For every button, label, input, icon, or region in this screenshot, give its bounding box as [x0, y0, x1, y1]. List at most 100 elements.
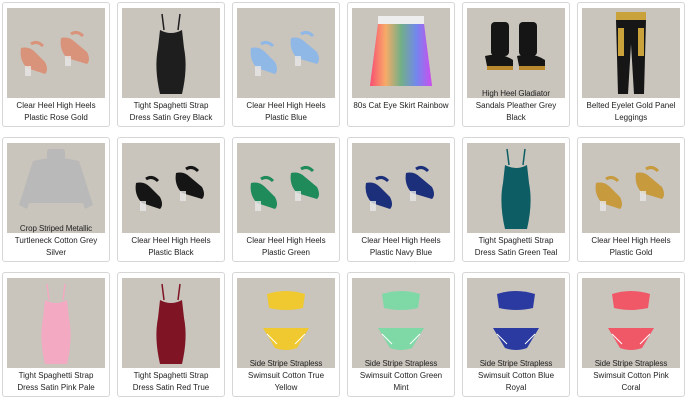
sandals-icon [485, 22, 545, 70]
product-thumbnail[interactable] [237, 143, 335, 233]
product-caption-line-2: Leggings [614, 112, 648, 122]
swimsuit-icon [493, 291, 539, 350]
product-card[interactable]: Side Stripe Strapless Swimsuit Cotton Pin… [577, 272, 685, 397]
product-caption-line-1: Swimsuit Cotton Pink [593, 371, 669, 380]
product-thumbnail[interactable]: Side Stripe Strapless [582, 278, 680, 368]
product-thumbnail[interactable] [467, 143, 565, 233]
product-caption[interactable]: Clear Heel High Heels Plastic Black [120, 235, 222, 258]
product-thumbnail[interactable] [122, 8, 220, 98]
dress-icon [41, 283, 71, 364]
product-caption-line-2: Plastic Navy Blue [369, 247, 433, 257]
product-thumbnail[interactable] [352, 8, 450, 98]
product-thumbnail[interactable]: Side Stripe Strapless [467, 278, 565, 368]
product-card[interactable]: Clear Heel High Heels Plastic Black [117, 137, 225, 262]
product-thumbnail[interactable]: Side Stripe Strapless [237, 278, 335, 368]
product-caption[interactable]: 80s Cat Eye Skirt Rainbow [350, 100, 452, 112]
product-caption-line-1: Sandals Pleather Grey [475, 101, 557, 110]
product-thumbnail[interactable]: High Heel Gladiator [467, 8, 565, 98]
product-card[interactable]: Clear Heel High Heels Plastic Gold [577, 137, 685, 262]
product-thumbnail[interactable] [582, 143, 680, 233]
product-card[interactable]: 80s Cat Eye Skirt Rainbow [347, 2, 455, 127]
dress-icon [501, 148, 531, 229]
heels-icon [135, 165, 204, 211]
swimsuit-icon [378, 291, 424, 350]
product-caption[interactable]: Tight Spaghetti Strap Dress Satin Green T… [465, 235, 567, 258]
skirt-icon [370, 16, 432, 86]
swimsuit-icon [608, 291, 654, 350]
product-card[interactable]: Side Stripe Strapless Swimsuit Cotton Blu… [462, 272, 570, 397]
product-caption[interactable]: Swimsuit Cotton True Yellow [235, 370, 337, 393]
product-thumbnail[interactable] [7, 278, 105, 368]
swimsuit-icon [263, 291, 309, 350]
product-caption-line-2: Plastic Rose Gold [24, 112, 88, 122]
product-caption-line-1: Clear Heel High Heels [246, 101, 326, 110]
product-card[interactable]: High Heel Gladiator Sandals Pleather Grey… [462, 2, 570, 127]
product-caption[interactable]: Swimsuit Cotton Green Mint [350, 370, 452, 393]
product-card[interactable]: Tight Spaghetti Strap Dress Satin Pink Pa… [2, 272, 110, 397]
product-overlay-label: Side Stripe Strapless [249, 359, 323, 368]
product-thumbnail[interactable] [122, 278, 220, 368]
product-caption-line-2: Royal [505, 382, 527, 392]
product-card[interactable]: Clear Heel High Heels Plastic Blue [232, 2, 340, 127]
product-caption-line-1: Belted Eyelet Gold Panel [586, 101, 676, 110]
product-card[interactable]: Tight Spaghetti Strap Dress Satin Grey Bl… [117, 2, 225, 127]
leggings-icon [616, 12, 646, 94]
product-card[interactable]: Clear Heel High Heels Plastic Green [232, 137, 340, 262]
product-caption[interactable]: Tight Spaghetti Strap Dress Satin Grey Bl… [120, 100, 222, 123]
product-thumbnail[interactable]: Side Stripe Strapless [352, 278, 450, 368]
product-caption-line-1: Clear Heel High Heels [361, 236, 441, 245]
product-caption-line-1: Turtleneck Cotton Grey [14, 236, 98, 245]
product-caption[interactable]: Clear Heel High Heels Plastic Blue [235, 100, 337, 123]
product-card[interactable]: Side Stripe Strapless Swimsuit Cotton Tru… [232, 272, 340, 397]
product-caption[interactable]: Tight Spaghetti Strap Dress Satin Red Tru… [120, 370, 222, 393]
product-caption-line-2: Plastic Blue [265, 112, 307, 122]
product-card[interactable]: Clear Heel High Heels Plastic Rose Gold [2, 2, 110, 127]
product-caption-line-2: Dress Satin Red True [132, 382, 210, 392]
product-caption[interactable]: Clear Heel High Heels Plastic Navy Blue [350, 235, 452, 258]
product-overlay-label: Side Stripe Strapless [594, 359, 668, 368]
product-caption[interactable]: Clear Heel High Heels Plastic Green [235, 235, 337, 258]
product-card[interactable]: Clear Heel High Heels Plastic Navy Blue [347, 137, 455, 262]
product-caption[interactable]: Swimsuit Cotton Blue Royal [465, 370, 567, 393]
product-thumbnail[interactable] [582, 8, 680, 98]
product-caption[interactable]: Tight Spaghetti Strap Dress Satin Pink Pa… [5, 370, 107, 393]
product-caption-line-2: Mint [393, 382, 409, 392]
product-caption[interactable]: Sandals Pleather Grey Black [465, 100, 567, 123]
heels-icon [365, 165, 434, 211]
product-caption[interactable]: Belted Eyelet Gold Panel Leggings [580, 100, 682, 123]
product-thumbnail[interactable] [7, 8, 105, 98]
product-caption-line-1: 80s Cat Eye Skirt Rainbow [353, 101, 449, 110]
product-caption-line-1: Clear Heel High Heels [131, 236, 211, 245]
product-card[interactable]: Crop Striped Metallic Turtleneck Cotton G… [2, 137, 110, 262]
product-overlay-label: Side Stripe Strapless [479, 359, 553, 368]
product-caption-line-1: Swimsuit Cotton Blue [477, 371, 555, 380]
product-caption[interactable]: Swimsuit Cotton Pink Coral [580, 370, 682, 393]
product-caption-line-2: Plastic Black [148, 247, 194, 257]
product-caption-line-2: Coral [621, 382, 641, 392]
heels-icon [20, 30, 89, 76]
product-caption[interactable]: Turtleneck Cotton Grey Silver [5, 235, 107, 258]
product-caption-line-1: Swimsuit Cotton True [247, 371, 325, 380]
product-caption-line-2: Plastic Gold [609, 247, 653, 257]
product-caption-line-1: Tight Spaghetti Strap [133, 101, 209, 110]
heels-icon [250, 165, 319, 211]
product-caption-line-1: Tight Spaghetti Strap [133, 371, 209, 380]
product-thumbnail[interactable] [122, 143, 220, 233]
product-overlay-label: High Heel Gladiator [482, 89, 550, 98]
product-card[interactable]: Belted Eyelet Gold Panel Leggings [577, 2, 685, 127]
product-card[interactable]: Tight Spaghetti Strap Dress Satin Red Tru… [117, 272, 225, 397]
product-caption[interactable]: Clear Heel High Heels Plastic Gold [580, 235, 682, 258]
product-caption-line-1: Tight Spaghetti Strap [478, 236, 554, 245]
product-thumbnail[interactable] [352, 143, 450, 233]
product-overlay-label: Crop Striped Metallic [19, 224, 93, 233]
heels-icon [595, 165, 664, 211]
product-caption[interactable]: Clear Heel High Heels Plastic Rose Gold [5, 100, 107, 123]
turtleneck-icon [19, 149, 93, 209]
product-thumbnail[interactable]: Crop Striped Metallic [7, 143, 105, 233]
product-card[interactable]: Tight Spaghetti Strap Dress Satin Green T… [462, 137, 570, 262]
product-thumbnail[interactable] [237, 8, 335, 98]
product-caption-line-2: Plastic Green [261, 247, 311, 257]
product-caption-line-2: Dress Satin Green Teal [474, 247, 558, 257]
product-caption-line-1: Clear Heel High Heels [246, 236, 326, 245]
product-card[interactable]: Side Stripe Strapless Swimsuit Cotton Gre… [347, 272, 455, 397]
